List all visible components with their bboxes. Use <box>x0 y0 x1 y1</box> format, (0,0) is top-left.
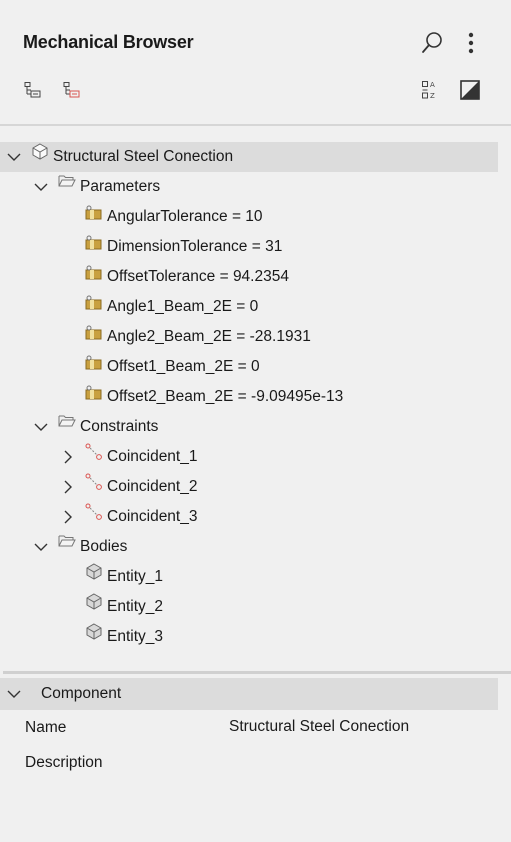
parameter-label: AngularTolerance = 10 <box>107 208 263 225</box>
constraint-label: Coincident_2 <box>107 478 198 495</box>
chevron-down-icon[interactable] <box>34 420 48 434</box>
tree-node-label: Constraints <box>80 418 159 435</box>
parameter-label: Offset2_Beam_2E = -9.09495e-13 <box>107 388 344 405</box>
expand-all-button[interactable] <box>22 80 42 100</box>
tree-node-label: Parameters <box>80 178 161 195</box>
parameter-icon <box>85 385 103 403</box>
section-title: Component <box>41 685 122 702</box>
tree-node-label: Structural Steel Conection <box>53 148 234 165</box>
body-label: Entity_2 <box>107 598 164 615</box>
chevron-right-icon[interactable] <box>61 450 75 464</box>
parameter-item[interactable]: OffsetTolerance = 94.2354 <box>0 262 498 292</box>
parameter-icon <box>85 355 103 373</box>
parameter-label: OffsetTolerance = 94.2354 <box>107 268 289 285</box>
folder-open-icon <box>58 533 76 551</box>
parameter-item[interactable]: AngularTolerance = 10 <box>0 202 498 232</box>
tree-node-parameters[interactable]: Parameters <box>0 172 498 202</box>
parameter-label: Offset1_Beam_2E = 0 <box>107 358 260 375</box>
more-vert-icon <box>468 32 474 54</box>
parameter-label: DimensionTolerance = 31 <box>107 238 283 255</box>
constraint-icon <box>85 503 103 521</box>
constraint-label: Coincident_1 <box>107 448 198 465</box>
parameter-icon <box>85 235 103 253</box>
chevron-down-icon[interactable] <box>34 180 48 194</box>
tree-node-constraints[interactable]: Constraints <box>0 412 498 442</box>
body-item[interactable]: Entity_2 <box>0 592 498 622</box>
parameter-icon <box>85 265 103 283</box>
chevron-down-icon[interactable] <box>7 150 21 164</box>
folder-open-icon <box>58 413 76 431</box>
property-value-name[interactable]: Structural Steel Conection <box>229 718 409 736</box>
constraint-item[interactable]: Coincident_3 <box>0 502 498 532</box>
body-icon <box>85 563 103 581</box>
chevron-down-icon[interactable] <box>34 540 48 554</box>
body-label: Entity_3 <box>107 628 164 645</box>
search-button[interactable] <box>419 30 445 56</box>
tree-expand-icon <box>24 82 41 98</box>
svg-text:A: A <box>430 81 435 89</box>
parameter-item[interactable]: DimensionTolerance = 31 <box>0 232 498 262</box>
parameter-item[interactable]: Angle2_Beam_2E = -28.1931 <box>0 322 498 352</box>
tree-node-root[interactable]: Structural Steel Conection <box>0 142 498 172</box>
parameter-item[interactable]: Offset1_Beam_2E = 0 <box>0 352 498 382</box>
parameter-icon <box>85 205 103 223</box>
property-label-name: Name <box>25 719 67 736</box>
component-icon <box>31 143 49 161</box>
parameter-item[interactable]: Angle1_Beam_2E = 0 <box>0 292 498 322</box>
tree-collapse-icon <box>63 82 80 98</box>
constraint-label: Coincident_3 <box>107 508 198 525</box>
sort-az-icon: A Z <box>422 81 435 100</box>
folder-open-icon <box>58 173 76 191</box>
contrast-icon <box>460 80 480 100</box>
collapse-all-button[interactable] <box>61 80 81 100</box>
property-label-description: Description <box>25 754 103 771</box>
search-icon <box>422 32 442 53</box>
tree-node-label: Bodies <box>80 538 128 555</box>
sort-az-button[interactable]: A Z <box>420 80 440 100</box>
parameter-icon <box>85 325 103 343</box>
parameter-label: Angle2_Beam_2E = -28.1931 <box>107 328 311 345</box>
body-label: Entity_1 <box>107 568 164 585</box>
parameter-item[interactable]: Offset2_Beam_2E = -9.09495e-13 <box>0 382 498 412</box>
panel-title: Mechanical Browser <box>23 32 194 52</box>
parameter-label: Angle1_Beam_2E = 0 <box>107 298 259 315</box>
property-value-description[interactable] <box>229 754 499 774</box>
svg-text:Z: Z <box>430 92 435 100</box>
parameter-icon <box>85 295 103 313</box>
body-item[interactable]: Entity_3 <box>0 622 498 652</box>
body-item[interactable]: Entity_1 <box>0 562 498 592</box>
body-icon <box>85 593 103 611</box>
component-section-header[interactable]: Component <box>0 678 498 710</box>
chevron-right-icon[interactable] <box>61 480 75 494</box>
header-divider <box>0 124 511 126</box>
chevron-down-icon[interactable] <box>7 687 21 701</box>
constraint-icon <box>85 473 103 491</box>
constraint-icon <box>85 443 103 461</box>
panel-splitter[interactable] <box>3 671 511 674</box>
tree-node-bodies[interactable]: Bodies <box>0 532 498 562</box>
body-icon <box>85 623 103 641</box>
toggle-contrast-button[interactable] <box>460 80 480 100</box>
more-options-button[interactable] <box>461 30 481 56</box>
chevron-right-icon[interactable] <box>61 510 75 524</box>
constraint-item[interactable]: Coincident_1 <box>0 442 498 472</box>
browser-header: Mechanical Browser A Z <box>0 0 511 125</box>
constraint-item[interactable]: Coincident_2 <box>0 472 498 502</box>
